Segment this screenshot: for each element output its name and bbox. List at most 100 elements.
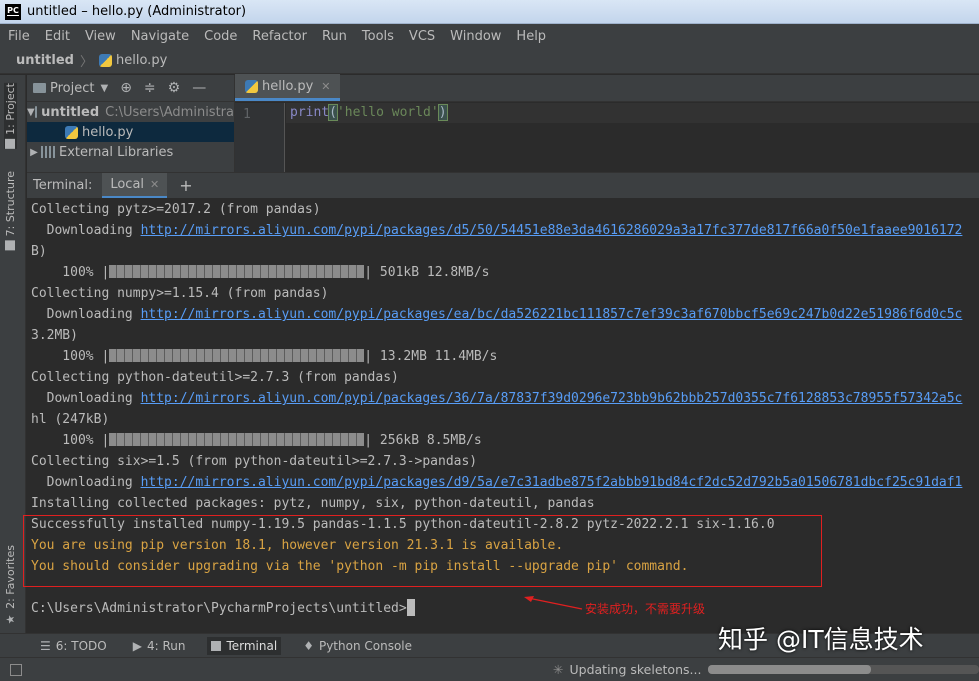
code-line[interactable]: print('hello world') — [290, 104, 448, 121]
editor-tab-label: hello.py — [262, 78, 314, 94]
menu-help[interactable]: Help — [514, 29, 548, 44]
close-icon[interactable]: ✕ — [150, 178, 159, 191]
structure-icon — [5, 240, 16, 251]
python-console-icon: ♦ — [303, 638, 314, 653]
run-icon: ▶ — [132, 638, 142, 653]
menu-refactor[interactable]: Refactor — [250, 29, 309, 44]
chevron-down-icon[interactable]: ▼ — [100, 83, 108, 94]
terminal-line: Downloading http://mirrors.aliyun.com/py… — [31, 220, 963, 241]
menu-edit[interactable]: Edit — [43, 29, 72, 44]
terminal-text: Installing collected packages: pytz, num… — [31, 496, 595, 511]
terminal-line: Downloading http://mirrors.aliyun.com/py… — [31, 472, 963, 493]
download-progress-bar — [109, 265, 365, 278]
python-file-icon — [65, 125, 78, 139]
terminal-line: 100% | | 13.2MB 11.4MB/s — [31, 346, 497, 367]
expand-arrow-icon[interactable]: ▼ — [27, 107, 35, 118]
menu-file[interactable]: File — [6, 29, 32, 44]
code-function: print — [290, 105, 330, 120]
menu-vcs[interactable]: VCS — [407, 29, 437, 44]
tree-item-root[interactable]: ▼ untitled C:\Users\Administra — [27, 102, 234, 122]
breadcrumb-separator-icon: 〉 — [79, 55, 93, 70]
tree-item-libraries[interactable]: ▶ External Libraries — [27, 142, 234, 162]
python-console-label: Python Console — [318, 638, 412, 653]
pycharm-logo-icon: PC — [5, 3, 21, 20]
terminal-text: hl (247kB) — [31, 412, 110, 427]
editor-tab-hello[interactable]: hello.py ✕ — [235, 74, 341, 101]
todo-tool-button[interactable]: ☰ 6: TODO — [36, 637, 111, 655]
gear-icon[interactable]: ⚙ — [168, 80, 181, 96]
download-link[interactable]: http://mirrors.aliyun.com/pypi/packages/… — [141, 307, 963, 322]
terminal-icon — [211, 640, 222, 651]
menu-window[interactable]: Window — [448, 29, 503, 44]
progress-percent: 100% | — [31, 433, 110, 448]
tree-file-name: hello.py — [82, 124, 134, 140]
library-icon — [41, 146, 55, 158]
terminal-text: Collecting six>=1.5 (from python-dateuti… — [31, 454, 478, 469]
terminal-text: Collecting python-dateutil>=2.7.3 (from … — [31, 370, 399, 385]
libraries-label: External Libraries — [59, 144, 174, 160]
download-link[interactable]: http://mirrors.aliyun.com/pypi/packages/… — [141, 475, 963, 490]
terminal-tool-button[interactable]: Terminal — [207, 636, 282, 655]
terminal-line: 100% | | 501kB 12.8MB/s — [31, 262, 490, 283]
structure-tool-tab[interactable]: 7: Structure — [4, 171, 17, 251]
download-progress-bar — [109, 349, 365, 362]
terminal-line: Downloading http://mirrors.aliyun.com/py… — [31, 304, 963, 325]
line-number: 1 — [243, 107, 251, 122]
tree-item-file[interactable]: hello.py — [27, 122, 234, 142]
menu-bar: File Edit View Navigate Code Refactor Run Tools… — [0, 24, 979, 48]
code-close-paren: ) — [437, 104, 448, 121]
logo-text: PC — [7, 6, 19, 16]
locate-icon[interactable]: ⊕ — [120, 80, 132, 96]
code-editor: hello.py ✕ 1 print('hello world') — [234, 74, 979, 172]
terminal-tab-local[interactable]: Local ✕ — [102, 172, 168, 199]
status-bar: ✳ Updating skeletons... — [0, 657, 979, 681]
run-label: 4: Run — [146, 638, 186, 653]
annotation-text: 安装成功，不需要升级 — [585, 602, 706, 616]
terminal-line-prefix: Downloading — [31, 391, 141, 406]
menu-view[interactable]: View — [83, 29, 118, 44]
terminal-text: 3.2MB) — [31, 328, 78, 343]
download-link[interactable]: http://mirrors.aliyun.com/pypi/packages/… — [141, 391, 963, 406]
menu-navigate[interactable]: Navigate — [129, 29, 191, 44]
progress-stats: | 501kB 12.8MB/s — [364, 265, 490, 280]
star-icon: ★ — [4, 612, 17, 626]
progress-percent: 100% | — [31, 349, 110, 364]
menu-run[interactable]: Run — [320, 29, 349, 44]
menu-tools[interactable]: Tools — [360, 29, 396, 44]
breadcrumb-project[interactable]: untitled — [16, 53, 74, 68]
minimize-icon[interactable]: — — [192, 80, 206, 96]
terminal-line: 100% | | 256kB 8.5MB/s — [31, 430, 482, 451]
status-message: ✳ Updating skeletons... — [553, 662, 701, 677]
project-panel: Project ▼ ⊕ ≑ ⚙ — ▼ untitled C:\Users\Ad… — [27, 75, 234, 172]
annotation-highlight-box — [23, 515, 822, 587]
add-terminal-icon[interactable]: + — [179, 176, 192, 195]
code-open-paren: ( — [328, 104, 338, 121]
expand-arrow-icon[interactable]: ▶ — [27, 147, 41, 158]
annotation-arrow-icon — [524, 596, 583, 610]
python-file-icon — [99, 54, 112, 67]
terminal-cursor — [406, 599, 415, 616]
status-progress-bar — [708, 665, 979, 674]
terminal-line: Collecting pytz>=2017.2 (from pandas) — [31, 199, 321, 220]
terminal-line-prefix: Downloading — [31, 475, 141, 490]
project-panel-title[interactable]: Project — [50, 81, 94, 96]
collapse-icon[interactable]: ≑ — [144, 80, 156, 96]
terminal-text: Collecting numpy>=1.15.4 (from pandas) — [31, 286, 329, 301]
run-tool-button[interactable]: ▶ 4: Run — [129, 637, 190, 655]
terminal-line-prefix: Downloading — [31, 307, 141, 322]
breadcrumb-file[interactable]: hello.py — [116, 53, 167, 68]
menu-code[interactable]: Code — [202, 29, 239, 44]
close-icon[interactable]: ✕ — [321, 80, 330, 93]
download-link[interactable]: http://mirrors.aliyun.com/pypi/packages/… — [141, 223, 963, 238]
folder-icon — [5, 138, 16, 149]
todo-icon: ☰ — [40, 638, 51, 653]
structure-tool-tab-label: 7: Structure — [4, 171, 17, 237]
terminal-line: C:\Users\Administrator\PycharmProjects\u… — [31, 598, 415, 619]
terminal-line: Collecting six>=1.5 (from python-dateuti… — [31, 451, 477, 472]
python-console-tool-button[interactable]: ♦ Python Console — [299, 637, 416, 655]
terminal-line: Collecting numpy>=1.15.4 (from pandas) — [31, 283, 328, 304]
project-tool-tab[interactable]: 1: Project — [4, 83, 17, 149]
favorites-tool-tab[interactable]: ★ 2: Favorites — [4, 545, 17, 626]
root-folder-path: C:\Users\Administra — [105, 104, 234, 120]
tool-window-toggle-icon[interactable] — [10, 663, 22, 676]
